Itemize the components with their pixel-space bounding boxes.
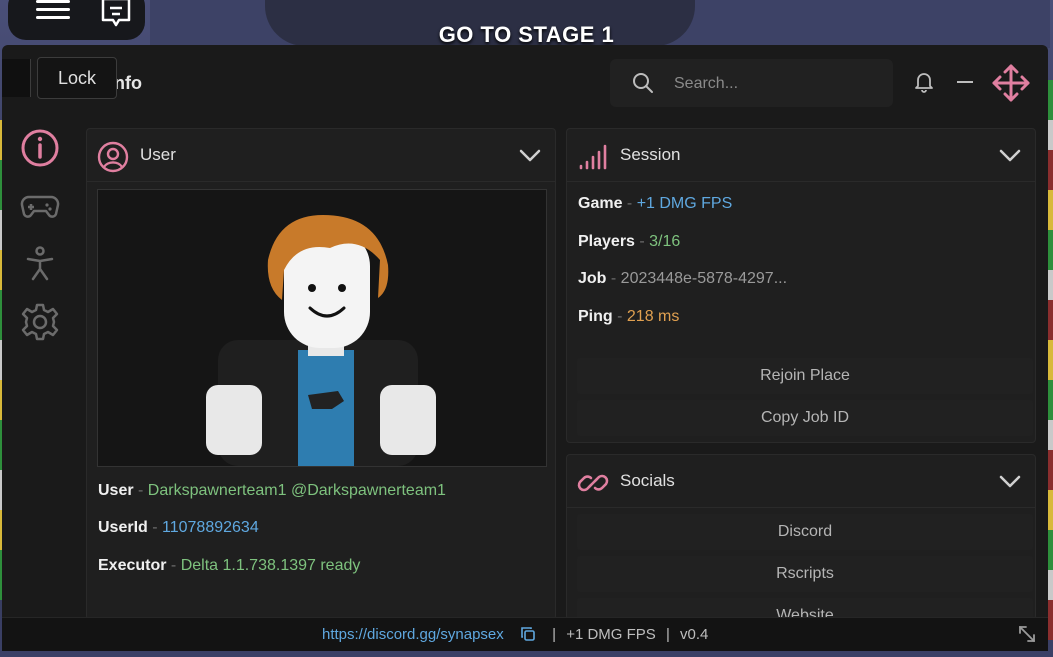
session-field-job: Job - 2023448e-5878-4297...: [578, 270, 788, 287]
status-line: https://discord.gg/synapsex | +1 DMG FPS…: [322, 626, 708, 643]
session-panel: Session Game - +1 DMG FPS Players - 3/16…: [566, 128, 1036, 443]
footer-separator: |: [665, 626, 670, 643]
search-input[interactable]: [672, 71, 876, 97]
user-field-user: User - Darkspawnerteam1 @Darkspawnerteam…: [98, 482, 446, 499]
menu-icon[interactable]: [36, 0, 70, 20]
lock-tooltip: Lock: [37, 57, 117, 99]
field-key: UserId: [98, 519, 148, 536]
field-value: 3/16: [649, 233, 681, 250]
field-key: Ping: [578, 308, 613, 325]
gamepad-icon[interactable]: [20, 186, 60, 226]
version-label: v0.4: [680, 626, 709, 643]
user-field-userid: UserId - 11078892634: [98, 519, 259, 536]
socials-panel: Socials Discord Rscripts Website: [566, 454, 1036, 620]
window-title: nfo: [114, 73, 142, 93]
session-panel-title: Session: [620, 145, 681, 164]
discord-button[interactable]: Discord: [577, 514, 1033, 550]
user-panel: User User - Darkspawnerteam1 @Darkspawne…: [86, 128, 556, 620]
field-key: Job: [578, 270, 607, 287]
field-value: +1 DMG FPS: [636, 195, 733, 212]
discord-link[interactable]: https://discord.gg/synapsex: [322, 626, 504, 643]
resize-icon[interactable]: [1018, 625, 1036, 643]
rscripts-button[interactable]: Rscripts: [577, 556, 1033, 592]
window-header[interactable]: nfo: [2, 45, 1048, 117]
accessibility-icon[interactable]: [20, 244, 60, 284]
field-key: Game: [578, 195, 623, 212]
avatar-image: [206, 215, 436, 466]
socials-panel-title: Socials: [620, 471, 675, 490]
lock-toggle[interactable]: [2, 59, 31, 97]
avatar: [97, 189, 547, 467]
chevron-down-icon[interactable]: [999, 149, 1021, 163]
session-field-game: Game - +1 DMG FPS: [578, 195, 733, 212]
field-key: Players: [578, 233, 635, 250]
field-key: Executor: [98, 557, 167, 574]
session-panel-header[interactable]: Session: [567, 129, 1035, 182]
search-icon: [633, 73, 653, 93]
copy-icon[interactable]: [520, 626, 536, 642]
gear-icon[interactable]: [20, 302, 60, 342]
socials-panel-header[interactable]: Socials: [567, 455, 1035, 508]
user-icon: [97, 141, 129, 173]
user-panel-header[interactable]: User: [87, 129, 555, 182]
status-bar: https://discord.gg/synapsex | +1 DMG FPS…: [2, 617, 1048, 651]
field-value: 2023448e-5878-4297...: [620, 270, 788, 287]
field-key: User: [98, 482, 134, 499]
field-value: Delta 1.1.738.1397 ready: [180, 557, 361, 574]
session-field-players: Players - 3/16: [578, 233, 681, 250]
chevron-down-icon[interactable]: [999, 475, 1021, 489]
chevron-down-icon[interactable]: [519, 149, 541, 163]
link-icon: [577, 474, 609, 492]
hub-window: nfo Lock: [2, 45, 1048, 651]
search-box[interactable]: [610, 59, 893, 107]
field-value: 218 ms: [626, 308, 680, 325]
move-icon[interactable]: [990, 62, 1032, 104]
user-field-executor: Executor - Delta 1.1.738.1397 ready: [98, 557, 361, 574]
session-field-ping: Ping - 218 ms: [578, 308, 680, 325]
user-panel-title: User: [140, 145, 176, 164]
minimize-icon[interactable]: [957, 81, 973, 83]
field-value: Darkspawnerteam1 @Darkspawnerteam1: [147, 482, 446, 499]
signal-icon: [579, 144, 607, 170]
bell-icon[interactable]: [912, 69, 936, 93]
footer-game-name: +1 DMG FPS: [566, 626, 656, 643]
copy-job-id-button[interactable]: Copy Job ID: [577, 400, 1033, 436]
rejoin-place-button[interactable]: Rejoin Place: [577, 358, 1033, 394]
info-icon[interactable]: [20, 128, 60, 168]
field-value: 11078892634: [162, 519, 259, 536]
footer-separator: |: [552, 626, 557, 643]
